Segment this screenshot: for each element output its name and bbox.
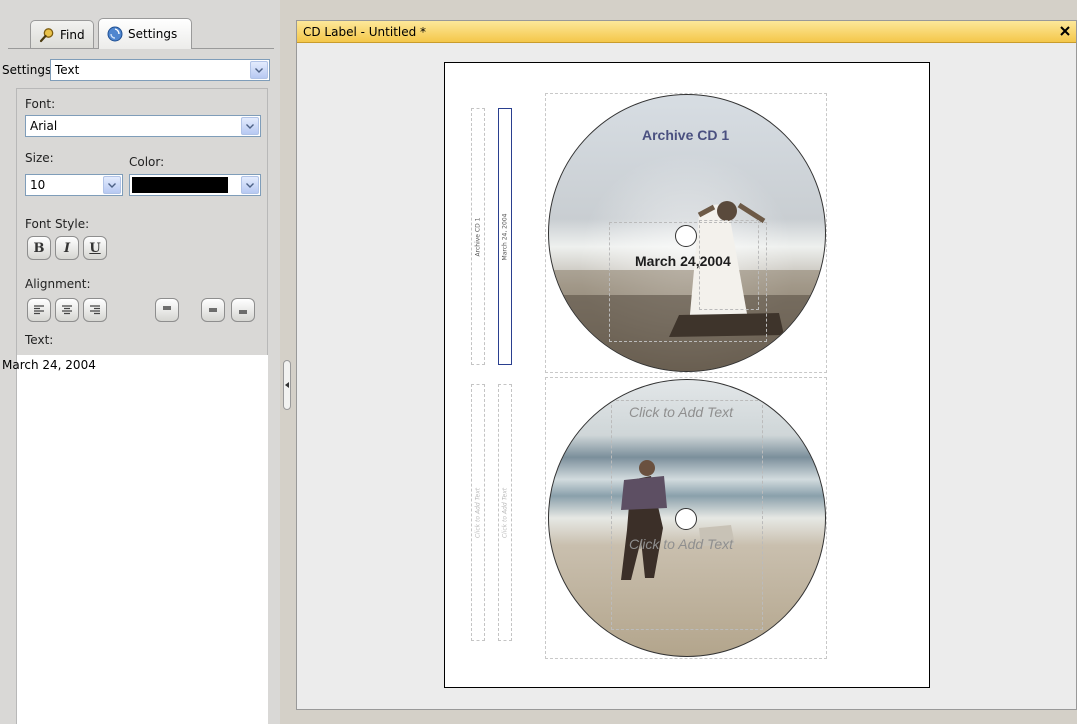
align-center-button[interactable]	[55, 298, 79, 322]
close-document-button[interactable]	[1058, 24, 1072, 38]
align-top-icon	[163, 306, 171, 310]
font-select-value: Arial	[30, 119, 58, 133]
color-select-button[interactable]	[241, 176, 259, 194]
document-titlebar: CD Label - Untitled *	[297, 21, 1076, 43]
spine-text-1-top: Archive CD 1	[474, 217, 482, 256]
font-select-button[interactable]	[241, 117, 259, 135]
close-icon	[1060, 26, 1070, 36]
size-select-value: 10	[30, 178, 46, 192]
font-style-label: Font Style:	[25, 217, 90, 231]
align-bottom-button[interactable]	[231, 298, 255, 322]
cd-label-top[interactable]: Archive CD 1 March 24,2004	[548, 94, 826, 372]
italic-button-label: I	[63, 240, 71, 256]
bottom-toolbar	[296, 710, 1077, 724]
italic-button[interactable]: I	[55, 236, 79, 260]
color-select[interactable]	[129, 174, 261, 196]
placeholder-text-top[interactable]: Click to Add Text	[629, 404, 733, 420]
align-left-icon	[34, 305, 44, 315]
font-select[interactable]: Arial	[25, 115, 261, 137]
spine-text-1-bottom: Click to Add Text	[474, 487, 482, 538]
align-top-button[interactable]	[155, 298, 179, 322]
label-sheet: Archive CD 1 March 24, 2004 Archive CD 1…	[444, 62, 930, 688]
settings-select[interactable]: Text	[50, 59, 270, 81]
text-settings-group: Font: Arial Size: Color: 10 Font Style: …	[16, 88, 268, 358]
text-input-value: March 24, 2004	[2, 358, 96, 372]
document-title: CD Label - Untitled *	[303, 24, 427, 39]
document-window: CD Label - Untitled * Archive CD 1 March…	[296, 20, 1077, 710]
color-label: Color:	[129, 155, 165, 169]
align-center-icon	[62, 305, 72, 315]
align-middle-button[interactable]	[201, 298, 225, 322]
text-input-area[interactable]	[16, 355, 268, 724]
design-canvas[interactable]: Archive CD 1 March 24, 2004 Archive CD 1…	[297, 44, 1076, 709]
tab-find-label: Find	[60, 27, 85, 42]
color-swatch	[132, 177, 228, 193]
align-right-button[interactable]	[83, 298, 107, 322]
arrow-left-icon	[285, 382, 289, 388]
spine-text-2-top: March 24, 2004	[501, 213, 509, 260]
chevron-down-icon	[255, 67, 263, 73]
spine-text-2-bottom: Click to Add Text	[501, 487, 509, 538]
underline-button-label: U	[89, 240, 101, 256]
magnifier-icon	[39, 27, 54, 42]
settings-select-value: Text	[55, 63, 80, 77]
align-left-button[interactable]	[27, 298, 51, 322]
bold-button[interactable]: B	[27, 236, 51, 260]
bold-button-label: B	[33, 240, 45, 256]
tab-settings[interactable]: Settings	[98, 18, 192, 49]
placeholder-text-bottom[interactable]: Click to Add Text	[629, 536, 733, 552]
tab-find[interactable]: Find	[30, 20, 94, 48]
disc-hole-top	[675, 225, 697, 247]
size-label: Size:	[25, 151, 54, 165]
disc-date-top[interactable]: March 24,2004	[635, 253, 731, 269]
settings-globe-icon	[107, 26, 123, 42]
align-bottom-icon	[239, 310, 247, 314]
chevron-down-icon	[246, 123, 254, 129]
font-label: Font:	[25, 97, 56, 111]
settings-select-button[interactable]	[250, 61, 268, 79]
chevron-down-icon	[108, 182, 116, 188]
spine-label-2-bottom[interactable]: Click to Add Text	[498, 384, 512, 641]
cd-label-bottom[interactable]: Click to Add Text Click to Add Text	[548, 379, 826, 657]
collapse-panel-handle[interactable]	[283, 360, 291, 410]
settings-label: Settings:	[2, 63, 56, 77]
alignment-label: Alignment:	[25, 277, 91, 291]
panel-splitter[interactable]	[280, 0, 296, 724]
text-label: Text:	[25, 333, 54, 347]
left-panel: Find Settings Settings: Text Font: Arial…	[0, 0, 280, 724]
spine-label-1-top[interactable]: Archive CD 1	[471, 108, 485, 365]
align-right-icon	[90, 305, 100, 315]
spine-label-2-top-selected[interactable]: March 24, 2004	[498, 108, 512, 365]
align-middle-icon	[209, 308, 217, 312]
spine-label-1-bottom[interactable]: Click to Add Text	[471, 384, 485, 641]
chevron-down-icon	[246, 182, 254, 188]
disc-hole-bottom	[675, 508, 697, 530]
disc-title-top[interactable]: Archive CD 1	[642, 127, 729, 143]
size-select[interactable]: 10	[25, 174, 123, 196]
size-select-button[interactable]	[103, 176, 121, 194]
underline-button[interactable]: U	[83, 236, 107, 260]
tab-settings-label: Settings	[128, 27, 178, 41]
